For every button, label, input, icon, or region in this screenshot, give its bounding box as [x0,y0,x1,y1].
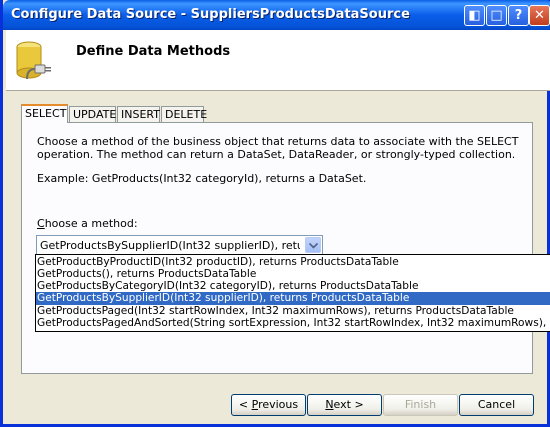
method-example: Example: GetProducts(Int32 categoryId), … [37,172,367,185]
tab-insert[interactable]: INSERT [117,106,160,122]
choose-method-label: Choose a method: [37,217,138,230]
tab-select[interactable]: SELECT [21,104,68,123]
method-select[interactable]: GetProductsBySupplierID(Int32 supplierID… [36,235,323,255]
method-dropdown-list[interactable]: GetProductByProductID(Int32 productID), … [35,254,550,332]
dropdown-option[interactable]: GetProductsPagedAndSorted(String sortExp… [36,317,550,330]
restore-icon: ◧ [468,8,481,23]
tab-delete[interactable]: DELETE [161,106,208,122]
previous-button[interactable]: < Previous [231,394,306,416]
tab-label: DELETE [165,108,208,121]
chevron-down-icon [309,243,318,249]
window-title: Configure Data Source - SuppliersProduct… [11,7,410,22]
help-button[interactable]: ? [508,5,529,26]
dialog-window: Configure Data Source - SuppliersProduct… [0,0,550,427]
cancel-button[interactable]: Cancel [459,394,534,416]
select-tab-panel: Choose a method of the business object t… [21,122,533,374]
next-button[interactable]: Next > [307,394,382,416]
maximize-icon: □ [490,8,503,23]
close-icon: ✕ [534,8,545,23]
dropdown-button[interactable] [305,237,321,253]
database-plug-icon [16,41,51,80]
dropdown-option-selected[interactable]: GetProductsBySupplierID(Int32 supplierID… [36,292,550,305]
restore-button[interactable]: ◧ [464,5,485,26]
page-title: Define Data Methods [76,44,231,59]
tab-update[interactable]: UPDATE [69,106,116,122]
maximize-button[interactable]: □ [486,5,507,26]
tab-label: UPDATE [73,108,117,121]
close-button[interactable]: ✕ [529,5,550,26]
wizard-header: Define Data Methods [6,30,550,91]
method-description: Choose a method of the business object t… [37,135,519,161]
help-icon: ? [514,8,523,23]
title-bar[interactable]: Configure Data Source - SuppliersProduct… [3,0,550,30]
finish-button[interactable]: Finish [383,394,458,416]
tab-label: INSERT [121,108,160,121]
tab-label: SELECT [25,107,67,120]
method-select-value: GetProductsBySupplierID(Int32 supplierID… [40,239,300,252]
